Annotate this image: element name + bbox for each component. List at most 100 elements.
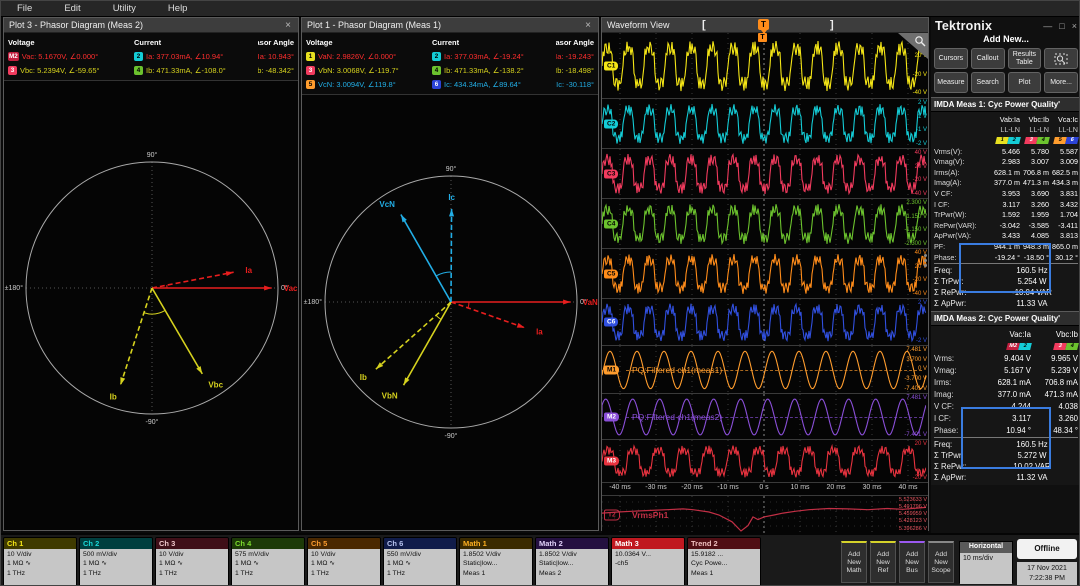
horizontal-panel[interactable]: Horizontal 10 ms/div	[959, 541, 1013, 584]
wave-slice-trend[interactable]: T2 VrmsPh1 5.523633 V 5.491796 V 5.459959 V5…	[602, 496, 928, 534]
imda-meas1-value: 944.1 m	[994, 241, 1020, 251]
wave-slice-c1[interactable]: C140 V20 V-20 V-40 VT	[602, 33, 928, 99]
add-new-scope-button[interactable]: Add New Scope	[928, 541, 954, 583]
wave-slice-c5[interactable]: C5 40 V 20 V -20 V -40 V	[602, 249, 928, 299]
menu-file[interactable]: File	[1, 2, 48, 15]
results-table-button[interactable]: Results Table	[1007, 48, 1042, 69]
imda-meas2-section[interactable]: IMDA Meas 2: Cyc Power Quality' Vac:Ia Vbc…	[931, 311, 1079, 486]
imda-meas1-section[interactable]: IMDA Meas 1: Cyc Power Quality' Vab:Ia Vbc…	[931, 97, 1079, 312]
menu-utility[interactable]: Utility	[97, 2, 152, 15]
wave-slice-m2[interactable]: PQ:Filtered ch1(meas2) M2 7.481 V -7.401 V	[602, 394, 928, 440]
imda-meas2-value: 9.965 V	[1051, 353, 1078, 363]
channel-badge-ch6[interactable]: Ch 6 550 mV/div 1 MΩ ∿ 1 THz	[383, 537, 457, 585]
imda-meas1-value: 5.466	[1002, 146, 1020, 156]
plot1-vector-ib	[375, 301, 452, 370]
imda-meas2-row-imag: Imag: 377.0 mA 471.3 mA	[934, 389, 1078, 399]
imda-meas1-value: 1.959	[1031, 210, 1049, 220]
offline-button[interactable]: Offline	[1017, 539, 1077, 559]
panel-resize-handle[interactable]	[924, 253, 927, 267]
window-close-icon[interactable]: ×	[1072, 21, 1077, 31]
add-new-math-button[interactable]: Add New Math	[841, 541, 867, 583]
plot1-close-icon[interactable]: ×	[583, 20, 593, 31]
plot3-vector-label-vbc: Vbc	[208, 380, 223, 389]
trace-handle-m1[interactable]: M1	[604, 365, 620, 374]
datetime-display[interactable]: 17 Nov 2021 7:22:38 PM	[1017, 562, 1077, 585]
imda-meas1-value: 4.085	[1031, 231, 1049, 241]
channel-badge-trend2[interactable]: Trend 2 15.9182 ... Cyc Powe... Meas 1	[687, 537, 761, 585]
window-minimize-icon[interactable]: —	[1043, 21, 1052, 31]
expansion-bracket-right[interactable]: ]	[830, 19, 834, 31]
imda-meas1-col-header: Vab:Ia	[999, 114, 1020, 124]
plot3-col-header-phasor-angle: Phasor Angle	[258, 37, 294, 47]
plot3-vector-ib	[119, 287, 153, 386]
imda-meas1-summary-value: 160.5 Hz	[1016, 266, 1048, 276]
channel-badge-ch3[interactable]: Ch 3 10 V/div 1 MΩ ∿ 1 THz	[155, 537, 229, 585]
trace-handle-c2[interactable]: C2	[604, 119, 619, 128]
imda-meas1-value: 628.1 m	[994, 167, 1020, 177]
menu-edit[interactable]: Edit	[48, 2, 96, 15]
measure-button[interactable]: Measure	[934, 72, 968, 93]
trigger-flag-icon[interactable]: T	[758, 19, 769, 34]
wave-slice-c2[interactable]: C2 2 V1 V -1 V -2 V	[602, 99, 928, 149]
imda-meas1-summary: Freq: 160.5 Hz Σ TrPwr: 5.254 WΣ RePwr: -10.…	[934, 263, 1078, 309]
callout-button[interactable]: Callout	[970, 48, 1005, 69]
plot1-readout-row: 3 VbN: 3.0068V, ∠-119.7° 4 Ib: 471.33mA, ∠-…	[306, 63, 594, 77]
add-new-ref-button[interactable]: Add New Ref	[870, 541, 896, 583]
wave-slice-m3[interactable]: M3 20 V -20 V	[602, 440, 928, 483]
channel-badge-math1[interactable]: Math 1 1.8502 V/div Static|low... Meas 1	[459, 537, 533, 585]
plot1-current-cell: 4 Ib: 471.33mA, ∠-138.2°	[432, 65, 556, 75]
trace-handle-m3[interactable]: M3	[604, 456, 620, 466]
plot3-vector-label-ib: Ib	[110, 392, 117, 401]
waveform-title-bar[interactable]: Waveform View [ T ]	[602, 18, 928, 34]
time-tick-label: -40 ms	[609, 484, 631, 491]
plot-button[interactable]: Plot	[1007, 72, 1042, 93]
trace-handle-c6[interactable]: C6	[604, 317, 619, 327]
channel-badge-math3[interactable]: Math 3 10.0364 V... -ch5	[611, 537, 685, 585]
plot1-vector-label-ia: Ia	[536, 328, 543, 337]
add-new-bus-button[interactable]: Add New Bus	[899, 541, 925, 583]
plot3-panel: Plot 3 - Phasor Diagram (Meas 2) × Volta…	[3, 17, 299, 531]
imda-meas2-summary-value: 11.32 VA	[1016, 473, 1048, 483]
plot1-vector-ia	[450, 301, 526, 329]
imda-meas1-title: IMDA Meas 1: Cyc Power Quality'	[931, 97, 1079, 112]
wave-slice-m1[interactable]: PQ:Filtered ch1(meas1) M1 7.481 V 3.700 V0 …	[602, 346, 928, 394]
cursors-button[interactable]: Cursors	[934, 48, 968, 69]
imda-meas1-value: 434.3 m	[1052, 178, 1078, 188]
trace-handle-c1[interactable]: C1	[604, 61, 619, 70]
imda-meas1-row-phase: Phase: -19.24 ° -18.50 ° 30.12 °	[934, 252, 1078, 262]
channel-badge-math2[interactable]: Math 2 1.8502 V/div Static|low... Meas 2	[535, 537, 609, 585]
channel-badge-ch1[interactable]: Ch 1 10 V/div 1 MΩ ∿ 1 THz	[3, 537, 77, 585]
channel-badge-ch5[interactable]: Ch 5 10 V/div 1 MΩ ∿ 1 THz	[307, 537, 381, 585]
trace-handle-c4[interactable]: C4	[604, 219, 619, 228]
more--button[interactable]: More...	[1044, 72, 1078, 93]
zoom-box-icon-button[interactable]	[1044, 48, 1078, 69]
time-tick-label: -10 ms	[717, 484, 739, 491]
channel-badge-ch4[interactable]: Ch 4 575 mV/div 1 MΩ ∿ 1 THz	[231, 537, 305, 585]
plot3-close-icon[interactable]: ×	[283, 20, 293, 31]
trigger-marker-icon[interactable]: T	[758, 33, 767, 42]
plot3-title-bar[interactable]: Plot 3 - Phasor Diagram (Meas 2) ×	[4, 18, 298, 33]
window-restore-icon[interactable]: □	[1059, 21, 1064, 31]
channel-settings: 550 mV/div 1 MΩ ∿ 1 THz	[384, 549, 456, 585]
channel-settings: 500 mV/div 1 MΩ ∿ 1 THz	[80, 549, 152, 585]
menu-help[interactable]: Help	[152, 2, 204, 15]
plot3-voltage-cell: M2 Vac: 5.1670V, ∠0.000°	[8, 51, 134, 61]
plot1-title-bar[interactable]: Plot 1 - Phasor Diagram (Meas 1) ×	[302, 18, 598, 33]
trace-handle-c3[interactable]: C3	[604, 169, 619, 178]
plot1-axis-neg90: -90°	[445, 432, 458, 440]
imda-meas2-value: 3.117	[1012, 413, 1031, 423]
channel-name-label: Trend 2	[688, 538, 760, 549]
imda-meas2-row-vmag: Vmag: 5.167 V 5.239 V	[934, 365, 1078, 375]
channel-badge-ch2[interactable]: Ch 2 500 mV/div 1 MΩ ∿ 1 THz	[79, 537, 153, 585]
search-button[interactable]: Search	[970, 72, 1005, 93]
wave-slice-c6[interactable]: C6 2 V -2 V	[602, 299, 928, 346]
wave-slice-c4[interactable]: C4 2.300 V 1.150 V -1.150 V -2.300 V	[602, 199, 928, 249]
trace-handle-c5[interactable]: C5	[604, 269, 619, 278]
plot1-phasor-chart: 90°0°±180°-90°VaNIaVbNIbVcNIc	[304, 165, 598, 440]
plot1-readout-row: 5 VcN: 3.0094V, ∠119.8° 6 Ic: 434.34mA, ∠89…	[306, 77, 594, 91]
channel-badge-1: 1	[306, 51, 315, 61]
expansion-bracket-left[interactable]: [	[702, 19, 706, 31]
trace-handle-m2[interactable]: M2	[604, 412, 620, 421]
wave-slice-c3[interactable]: C3 40 V 20 V -20 V -40 V	[602, 149, 928, 199]
trace-handle-trend[interactable]: T2	[604, 509, 620, 520]
